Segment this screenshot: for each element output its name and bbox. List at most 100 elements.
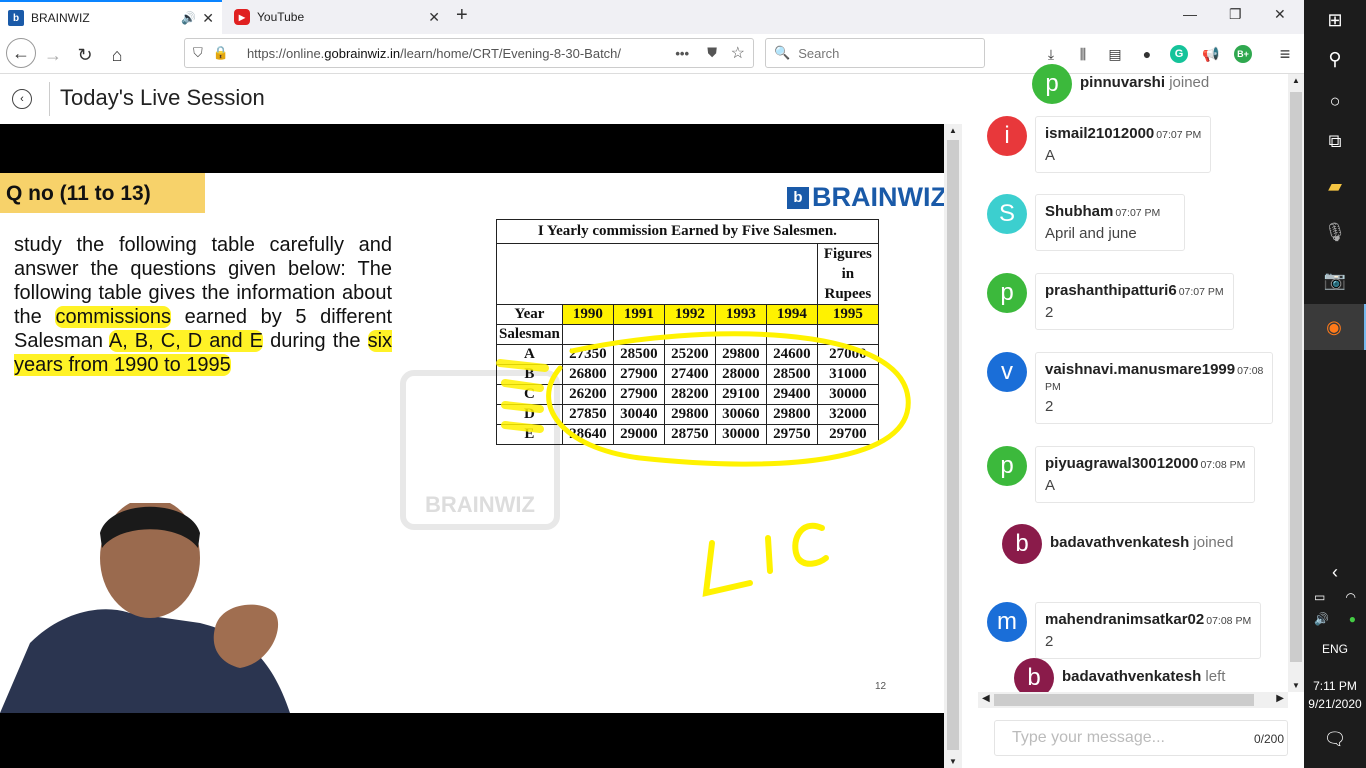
message-username: mahendranimsatkar02 — [1045, 611, 1205, 628]
handwriting-l — [702, 540, 753, 597]
handwriting-i — [765, 535, 773, 574]
page-title: Today's Live Session — [60, 85, 265, 110]
message-header: piyuagrawal30012000 07:08 PM — [1045, 455, 1245, 472]
megaphone-extension-icon[interactable]: 📢 — [1202, 45, 1220, 63]
brainwiz-favicon-icon: b — [8, 10, 24, 26]
shield-icon[interactable]: ⛉ — [193, 45, 203, 61]
video-scrollbar[interactable]: ▲ ▼ — [944, 124, 962, 768]
cortana-icon[interactable]: ○ — [1304, 88, 1366, 114]
presentation-slide: Q no (11 to 13) b BRAINWIZ study the fol… — [0, 173, 944, 713]
tab-label: YouTube — [257, 10, 305, 24]
circle-annotation — [546, 331, 911, 467]
menu-icon[interactable]: ≡ — [1276, 44, 1294, 64]
scroll-up-icon[interactable]: ▲ — [949, 126, 957, 135]
event-type: joined — [1169, 74, 1210, 91]
search-placeholder: Search — [798, 45, 840, 61]
page-actions-icon[interactable]: ••• — [675, 46, 689, 61]
clock-time[interactable]: 7:11 PM — [1304, 678, 1366, 694]
tab-youtube[interactable]: ▶ YouTube ✕ — [226, 0, 448, 34]
message-bubble: vaishnavi.manusmare1999 07:08 PM 2 — [1035, 352, 1274, 424]
page-header: ‹ Today's Live Session — [0, 74, 962, 124]
live-chat-panel: p pinnuvarshi joined i ismail21012000 07:07 … — [978, 64, 1304, 768]
close-window-icon[interactable]: ✕ — [1274, 6, 1286, 23]
forward-button[interactable]: → — [40, 42, 66, 68]
voice-recorder-icon[interactable]: 🎙 — [1304, 218, 1366, 246]
firefox-icon[interactable]: ◉ — [1304, 304, 1366, 350]
message-header: mahendranimsatkar02 07:08 PM — [1045, 611, 1251, 628]
search-input[interactable]: 🔍 Search — [765, 38, 985, 68]
library-icon[interactable]: ⫼ — [1074, 45, 1092, 63]
home-button[interactable]: ⌂ — [104, 42, 130, 68]
scroll-thumb[interactable] — [994, 694, 1254, 706]
wifi-icon[interactable]: ◠ — [1304, 588, 1366, 606]
message-time: 07:08 PM — [1206, 615, 1252, 627]
user-avatar: v — [987, 352, 1027, 392]
presenter-video — [0, 503, 290, 713]
clock-date[interactable]: 9/21/2020 — [1304, 696, 1366, 712]
minimize-icon[interactable]: — — [1183, 6, 1197, 22]
message-time: 07:07 PM — [1156, 129, 1202, 141]
task-view-icon[interactable]: ⧉ — [1304, 128, 1366, 154]
chat-scrollbar[interactable]: ▲ ▼ — [1288, 74, 1304, 692]
action-center-icon[interactable]: 🗨 — [1304, 728, 1366, 750]
language-indicator[interactable]: ENG — [1304, 640, 1366, 658]
chat-horizontal-scrollbar[interactable]: ◀ ▶ — [978, 692, 1288, 708]
url-bar[interactable]: ⛉ 🔒 https://online. gobrainwiz.in/learn/h… — [184, 38, 754, 68]
url-prefix: https://online. — [246, 45, 325, 61]
scroll-thumb[interactable] — [1290, 92, 1302, 662]
event-username: pinnuvarshi — [1080, 74, 1166, 91]
message-text: A — [1045, 147, 1056, 164]
windows-start-icon[interactable]: ⊞ — [1304, 8, 1366, 32]
message-header: ismail21012000 07:07 PM — [1045, 125, 1201, 142]
sidebar-icon[interactable]: ▤ — [1106, 45, 1124, 63]
message-bubble: Shubham 07:07 PM April and june — [1035, 194, 1185, 251]
close-tab-icon[interactable]: ✕ — [428, 9, 440, 26]
scroll-down-icon[interactable]: ▼ — [949, 757, 957, 766]
user-avatar: S — [987, 194, 1027, 234]
url-path: /learn/home/CRT/Evening-8-30-Batch/ — [400, 45, 622, 61]
pocket-icon[interactable]: ⛊ — [707, 45, 717, 61]
scroll-up-icon[interactable]: ▲ — [1292, 76, 1300, 85]
tab-label: BRAINWIZ — [31, 11, 90, 25]
lock-icon[interactable]: 🔒 — [213, 45, 229, 61]
restore-icon[interactable]: ❐ — [1229, 6, 1242, 23]
back-arrow-icon[interactable]: ‹ — [12, 89, 32, 109]
message-bubble: mahendranimsatkar02 07:08 PM 2 — [1035, 602, 1262, 659]
account-icon[interactable]: ● — [1138, 45, 1156, 63]
message-time: 07:08 PM — [1200, 459, 1246, 471]
extension-badge-icon[interactable]: B+ — [1234, 45, 1252, 63]
user-avatar: p — [987, 273, 1027, 313]
scroll-down-icon[interactable]: ▼ — [1292, 681, 1300, 690]
grammarly-extension-icon[interactable]: G — [1170, 45, 1188, 63]
event-username: badavathvenkatesh — [1050, 534, 1190, 551]
scroll-right-icon[interactable]: ▶ — [1276, 693, 1284, 704]
reload-button[interactable]: ↻ — [72, 42, 98, 68]
event-type: left — [1205, 668, 1226, 685]
scroll-left-icon[interactable]: ◀ — [982, 693, 990, 704]
message-username: ismail21012000 — [1045, 125, 1155, 142]
live-video-player[interactable]: Q no (11 to 13) b BRAINWIZ study the fol… — [0, 124, 944, 768]
close-tab-icon[interactable]: ✕ — [202, 10, 214, 27]
chat-message-input[interactable]: Type your message... — [994, 720, 1288, 756]
new-tab-button[interactable]: + — [456, 4, 468, 27]
message-bubble: ismail21012000 07:07 PM A — [1035, 116, 1212, 173]
network-icon[interactable]: ● — [1304, 610, 1366, 628]
message-text: April and june — [1045, 225, 1137, 242]
user-avatar: b — [1002, 524, 1042, 564]
user-avatar: i — [987, 116, 1027, 156]
bookmark-star-icon[interactable]: ☆ — [731, 43, 745, 63]
user-avatar: p — [987, 446, 1027, 486]
scroll-thumb[interactable] — [947, 140, 959, 750]
file-explorer-icon[interactable]: ▰ — [1304, 172, 1366, 200]
back-button[interactable]: ← — [6, 38, 36, 68]
tab-brainwiz[interactable]: b BRAINWIZ 🔊 ✕ — [0, 0, 222, 34]
search-icon[interactable]: ⚲ — [1304, 46, 1366, 72]
message-username: prashanthipatturi6 — [1045, 282, 1177, 299]
message-bubble: prashanthipatturi6 07:07 PM 2 — [1035, 273, 1234, 330]
camera-icon[interactable]: 📷 — [1304, 266, 1366, 294]
downloads-icon[interactable]: ⤓ — [1042, 45, 1060, 63]
show-hidden-icons-icon[interactable]: ‹ — [1304, 560, 1366, 584]
character-counter: 0/200 — [1254, 732, 1285, 746]
row-label-highlight — [496, 359, 549, 433]
speaker-icon[interactable]: 🔊 — [181, 11, 196, 25]
